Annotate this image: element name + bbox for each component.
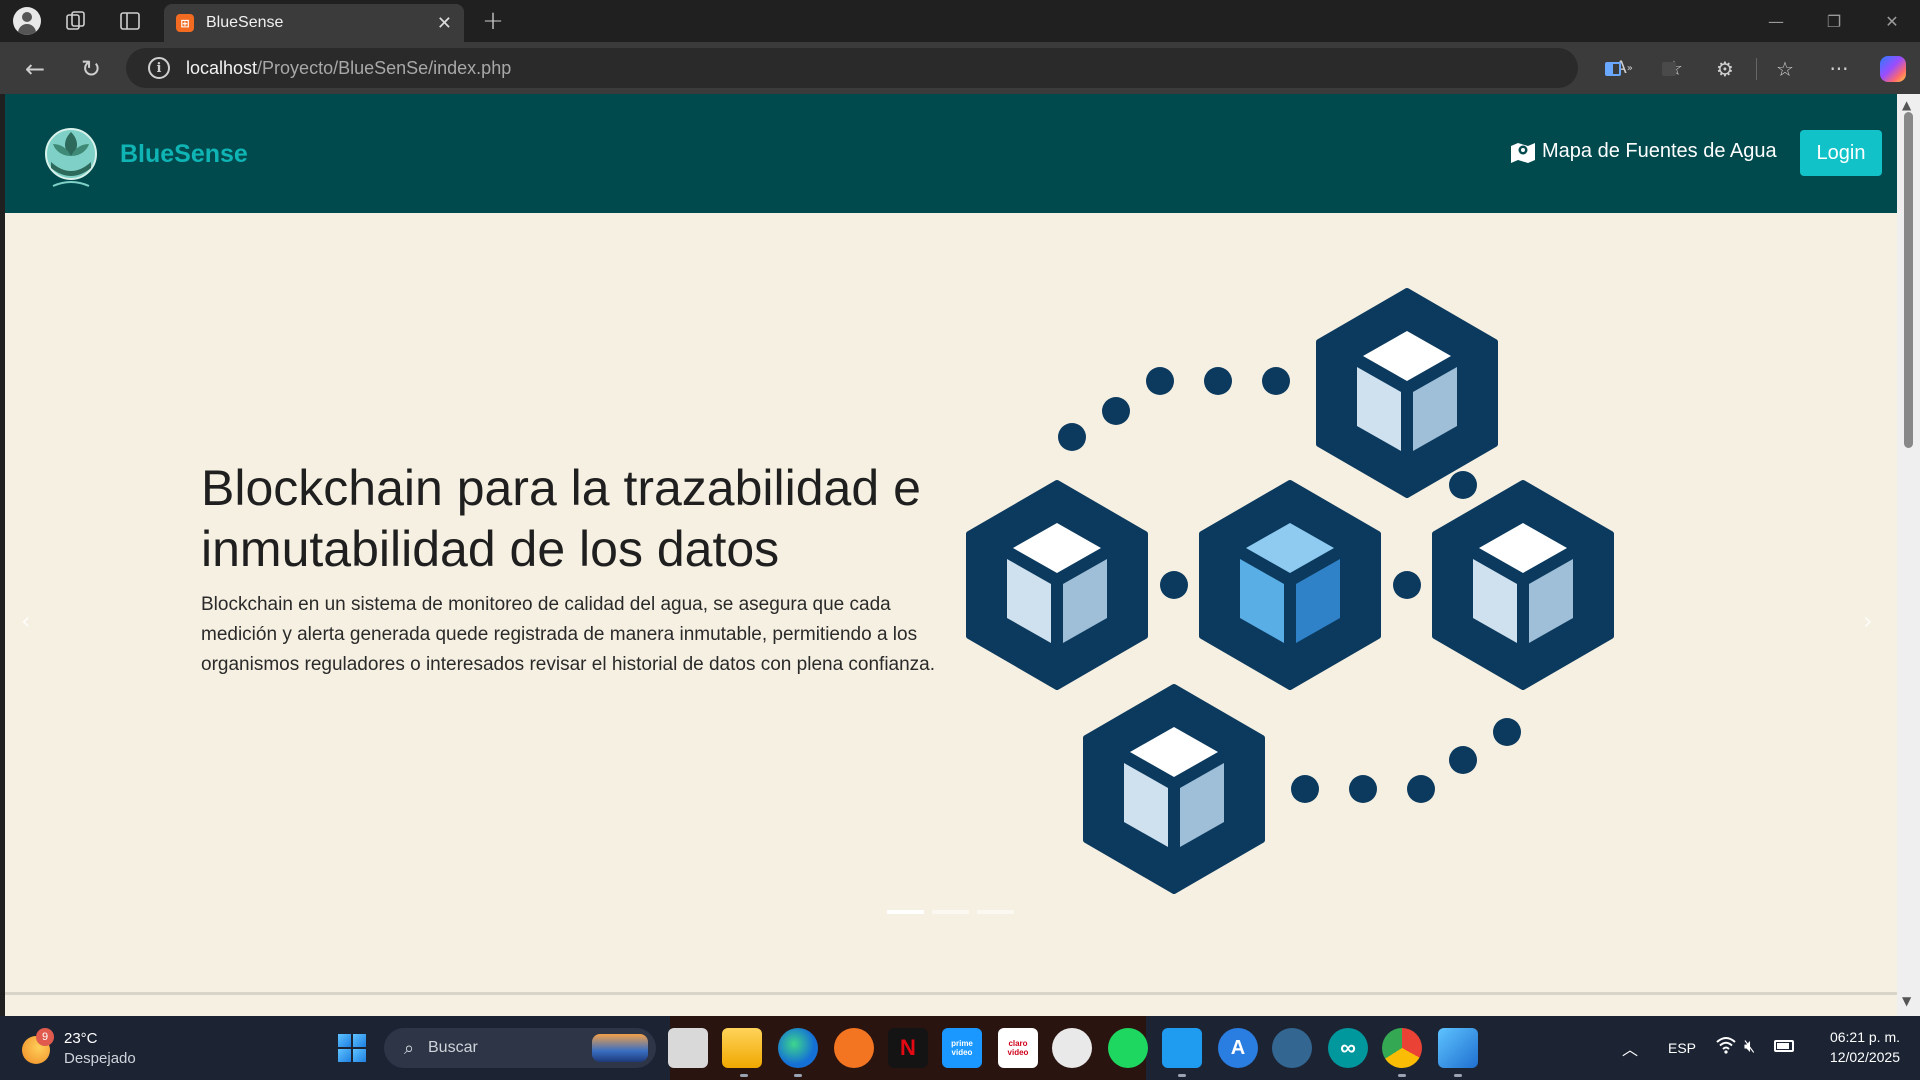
close-icon[interactable]: ✕ [437,13,452,34]
game-app-icon[interactable] [1052,1028,1092,1068]
brand-name[interactable]: BlueSense [120,140,248,169]
section-divider [5,992,1897,995]
spotify-icon[interactable] [1108,1028,1148,1068]
nav-link-map-label: Mapa de Fuentes de Agua [1542,140,1777,162]
tab-strip: ⊞ BlueSense ✕ + — ❐ ✕ [0,0,1920,42]
windows-taskbar: 9 23°C Despejado ⌕ Buscar N prime video … [0,1016,1920,1080]
reload-icon[interactable]: ↻ [76,54,106,84]
xampp-favicon-icon: ⊞ [176,14,194,32]
netflix-icon[interactable]: N [888,1028,928,1068]
search-highlight-image [592,1034,648,1062]
search-icon: ⌕ [403,1037,415,1059]
url-text: localhost/Proyecto/BlueSenSe/index.php [186,58,511,79]
blank-window-icon[interactable] [668,1028,708,1068]
clock-date[interactable]: 12/02/2025 [1800,1049,1900,1065]
cube-center [1202,483,1378,687]
cube-right [1435,483,1611,687]
photos-icon[interactable] [1438,1028,1478,1068]
cube-left [969,483,1145,687]
address-bar[interactable]: i localhost/Proyecto/BlueSenSe/index.php… [126,48,1683,88]
crunchyroll-icon[interactable] [834,1028,874,1068]
taskbar-search[interactable]: ⌕ Buscar [384,1028,656,1068]
extension-icon[interactable] [1654,54,1684,84]
favorites-icon[interactable]: ☆ [1770,54,1800,84]
cube-top-right [1319,291,1495,495]
url-host: localhost [186,57,258,78]
file-explorer-icon[interactable] [722,1028,762,1068]
bluesense-logo-icon[interactable] [43,122,99,194]
hero-description: Blockchain en un sistema de monitoreo de… [201,594,936,675]
battery-icon[interactable] [1774,1040,1794,1052]
browser-tab-active[interactable]: ⊞ BlueSense ✕ [164,4,464,42]
carousel-next-icon[interactable]: › [1863,607,1873,635]
site-navbar: BlueSense Mapa de Fuentes de Agua Login [5,94,1897,213]
scroll-up-icon[interactable]: ▲ [1902,98,1911,112]
more-icon[interactable]: ··· [1824,54,1854,84]
running-indicator [740,1074,748,1077]
nav-link-map[interactable]: Mapa de Fuentes de Agua [1510,140,1777,163]
hero-title: Blockchain para la trazabilidad e inmuta… [201,460,921,577]
claro-video-icon[interactable]: claro video [998,1028,1038,1068]
prime-video-icon[interactable]: prime video [942,1028,982,1068]
chevron-up-icon[interactable]: ︿ [1622,1036,1638,1060]
carousel-prev-icon[interactable]: ‹ [21,607,31,635]
weather-temperature: 23°C [64,1030,98,1047]
login-button[interactable]: Login [1800,130,1882,176]
postgresql-icon[interactable] [1272,1028,1312,1068]
carousel-indicator-1[interactable] [887,910,924,914]
running-indicator [794,1074,802,1077]
running-indicator [1178,1074,1186,1077]
workspaces-icon[interactable] [62,8,90,34]
arduino-icon[interactable]: ∞ [1328,1028,1368,1068]
page-scrollbar[interactable]: ▲ ▼ [1897,94,1920,1016]
clock-time[interactable]: 06:21 p. m. [1800,1029,1900,1045]
page-viewport: BlueSense Mapa de Fuentes de Agua Login … [5,94,1897,1016]
carousel-indicator-3[interactable] [977,910,1014,914]
site-info-icon[interactable]: i [148,57,170,79]
app-store-icon[interactable]: A [1218,1028,1258,1068]
edge-icon[interactable] [778,1028,818,1068]
window-close-button[interactable]: ✕ [1872,6,1912,36]
extensions-icon[interactable]: ⚙ [1710,54,1740,84]
copilot-icon[interactable] [1878,54,1908,84]
map-icon [1511,142,1535,163]
scroll-down-icon[interactable]: ▼ [1902,994,1911,1008]
plus-icon[interactable]: + [478,6,508,36]
windows-start-icon[interactable] [338,1034,366,1062]
profile-icon[interactable] [12,7,42,35]
chrome-icon[interactable] [1382,1028,1422,1068]
notification-badge: 9 [36,1028,54,1046]
restore-button[interactable]: ❐ [1814,6,1854,36]
minimize-button[interactable]: — [1756,6,1796,36]
carousel-indicator-2[interactable] [932,910,969,914]
hero-carousel: Blockchain para la trazabilidad e inmuta… [5,213,1897,993]
cube-bottom [1086,687,1262,891]
tab-title: BlueSense [206,14,284,31]
carousel-indicators [887,910,1014,914]
split-screen-icon[interactable] [1598,54,1628,84]
blockchain-cubes-illustration [960,283,1620,913]
running-indicator [1454,1074,1462,1077]
toolbar: ← ↻ i localhost/Proyecto/BlueSenSe/index… [0,42,1920,94]
volume-muted-icon[interactable]: 🔇︎ [1744,1036,1755,1057]
toolbar-divider [1756,58,1757,80]
search-placeholder: Buscar [428,1039,478,1056]
input-language[interactable]: ESP [1668,1040,1696,1056]
back-icon[interactable]: ← [20,54,50,84]
vscode-icon[interactable] [1162,1028,1202,1068]
wifi-icon[interactable] [1716,1036,1736,1059]
weather-description: Despejado [64,1050,136,1067]
scroll-thumb[interactable] [1904,112,1913,448]
url-path: /Proyecto/BlueSenSe/index.php [257,57,512,78]
tab-actions-icon[interactable] [116,8,144,34]
running-indicator [1398,1074,1406,1077]
weather-widget[interactable]: 9 23°C Despejado [22,1028,152,1070]
